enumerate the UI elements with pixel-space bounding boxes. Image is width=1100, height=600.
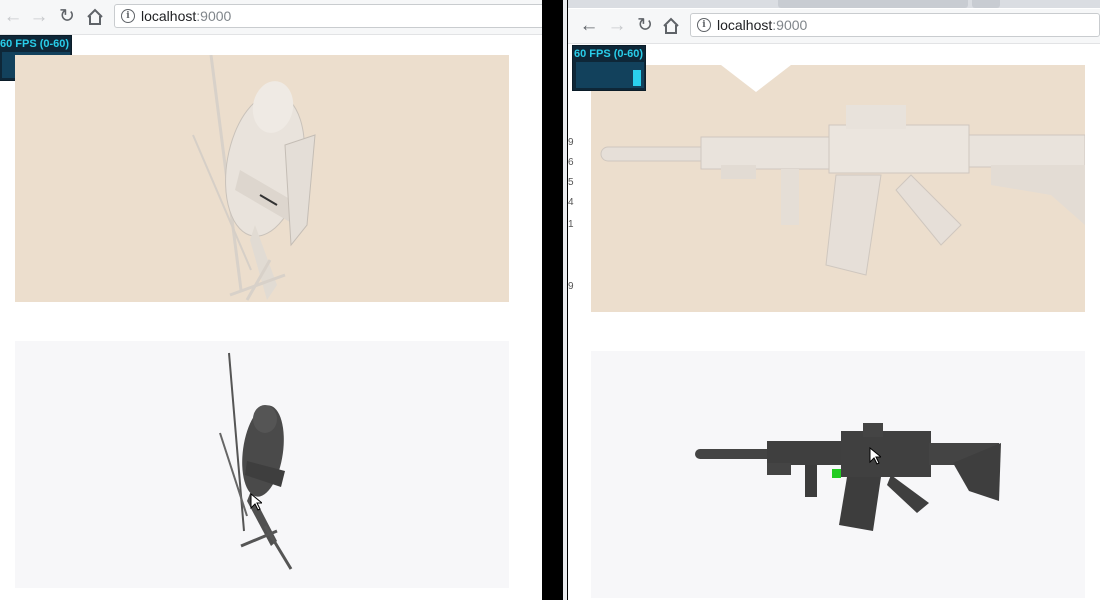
fps-stats-panel[interactable]: 60 FPS (0-60) [572,45,646,91]
forward-button[interactable]: → [606,15,628,37]
cropped-glyph: 6 [568,157,574,168]
back-button[interactable]: ← [578,15,600,37]
left-browser-window: ← → ↻ i localhost:9000 60 FPS (0-60) [0,0,542,600]
forward-button[interactable]: → [28,6,50,28]
url-text: localhost:9000 [717,17,808,33]
reload-icon: ↻ [637,15,653,36]
home-button[interactable] [84,6,106,28]
cropped-glyph: 5 [568,177,574,188]
helicopter-flat-model [219,352,293,570]
rifle-shaded-model [600,65,1085,276]
arrow-left-icon: ← [579,15,599,36]
arrow-left-icon: ← [3,6,23,27]
window-divider [542,0,568,600]
fps-bar [633,70,641,86]
address-bar[interactable]: i localhost:9000 [690,13,1100,37]
reload-icon: ↻ [59,6,75,27]
new-tab-button[interactable] [972,0,1000,8]
shaded-render-canvas[interactable] [15,55,509,302]
browser-toolbar: ← → ↻ i localhost:9000 [0,0,542,35]
fps-label: 60 FPS (0-60) [574,48,644,60]
mouse-cursor-icon [869,447,881,465]
back-button[interactable]: ← [2,6,24,28]
helicopter-shaded-model [192,55,316,301]
browser-toolbar: ← → ↻ i localhost:9000 [568,9,1100,44]
info-icon: i [697,18,711,32]
tab-strip [568,0,1100,8]
mouse-cursor-icon [250,493,262,511]
fps-graph [576,62,644,88]
cropped-glyph: 1 [568,219,574,230]
shaded-render-canvas[interactable] [591,65,1085,312]
right-browser-window: ← → ↻ i localhost:9000 9 6 5 4 1 9 60 FP… [568,0,1100,600]
home-icon [663,17,679,34]
arrow-right-icon: → [607,15,627,36]
cropped-glyph: 9 [568,281,574,292]
flat-render-canvas[interactable] [15,341,509,588]
flat-render-canvas[interactable] [591,351,1085,598]
url-text: localhost:9000 [141,8,232,24]
info-icon: i [121,9,135,23]
arrow-right-icon: → [29,6,49,27]
fps-label: 60 FPS (0-60) [0,38,70,50]
cropped-glyph: 4 [568,197,574,208]
cropped-glyph: 9 [568,137,574,148]
rifle-flat-model [695,423,1001,531]
home-button[interactable] [660,15,682,37]
reload-button[interactable]: ↻ [56,6,78,28]
home-icon [87,8,103,25]
address-bar[interactable]: i localhost:9000 [114,4,542,28]
reload-button[interactable]: ↻ [634,15,656,37]
tab[interactable] [778,0,968,8]
